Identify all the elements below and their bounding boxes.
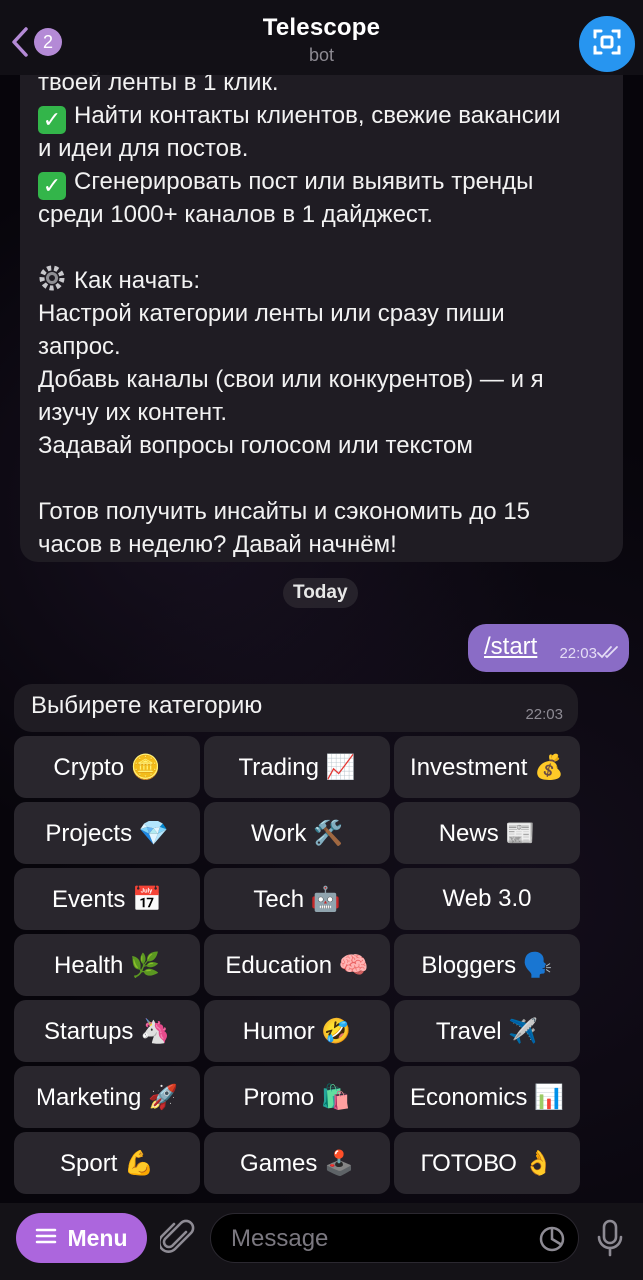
message-line: и идеи для постов.	[38, 135, 249, 162]
message-gap	[38, 462, 605, 495]
menu-label: Menu	[67, 1224, 128, 1251]
category-button-travel[interactable]: Travel ✈️	[394, 1000, 580, 1062]
category-button-tech[interactable]: Tech 🤖	[204, 868, 390, 930]
bot-message-bubble: твоей ленты в 1 клик. ✓ Найти контакты кл…	[20, 40, 623, 562]
category-button-marketing[interactable]: Marketing 🚀	[14, 1066, 200, 1128]
category-button-health[interactable]: Health 🌿	[14, 934, 200, 996]
paperclip-icon[interactable]	[158, 1218, 196, 1263]
message-composer: Menu	[0, 1203, 643, 1280]
bot-message-text: твоей ленты в 1 клик. ✓ Найти контакты кл…	[38, 66, 605, 561]
incoming-message-text: Выбирете категорию	[31, 692, 263, 719]
check-icon: ✓	[38, 172, 66, 200]
bot-avatar[interactable]	[579, 16, 635, 72]
category-button-projects[interactable]: Projects 💎	[14, 802, 200, 864]
category-button-crypto[interactable]: Crypto 🪙	[14, 736, 200, 798]
category-button-news[interactable]: News 📰	[394, 802, 580, 864]
outgoing-message-bubble: /start 22:03	[468, 624, 629, 672]
bot-menu-button[interactable]: Menu	[16, 1213, 147, 1263]
message-time: 22:03	[525, 706, 563, 723]
start-command-link[interactable]: /start	[484, 633, 537, 661]
microphone-icon[interactable]	[596, 1219, 624, 1262]
menu-icon	[35, 1227, 57, 1250]
scan-icon	[592, 27, 622, 62]
message-time: 22:03	[559, 645, 597, 662]
message-line: ✓ Найти контакты клиентов, свежие ваканси…	[38, 99, 605, 134]
message-line: ✓ Сгенерировать пост или выявить тренды	[38, 165, 605, 200]
chat-header: 2 Telescope bot	[0, 0, 643, 75]
category-button-education[interactable]: Education 🧠	[204, 934, 390, 996]
message-line: среди 1000+ каналов в 1 дайджест.	[38, 201, 433, 228]
category-button-events[interactable]: Events 📅	[14, 868, 200, 930]
message-line: Готов получить инсайты и сэкономить до 1…	[38, 498, 531, 525]
category-keyboard: Crypto 🪙 Trading 📈 Investment 💰 Projects…	[14, 736, 580, 1194]
category-button-humor[interactable]: Humor 🤣	[204, 1000, 390, 1062]
message-line: запрос.	[38, 333, 121, 360]
category-button-bloggers[interactable]: Bloggers 🗣️	[394, 934, 580, 996]
message-gap	[38, 231, 605, 264]
double-check-icon	[597, 645, 619, 664]
category-button-startups[interactable]: Startups 🦄	[14, 1000, 200, 1062]
sticker-icon[interactable]	[538, 1225, 566, 1258]
incoming-message-bubble: Выбирете категорию 22:03	[14, 684, 578, 732]
message-line: Как начать:	[38, 264, 605, 297]
message-input-field[interactable]	[210, 1213, 579, 1264]
category-button-games[interactable]: Games 🕹️	[204, 1132, 390, 1194]
chat-title: Telescope	[262, 14, 381, 41]
message-input[interactable]	[229, 1214, 523, 1264]
category-button-done[interactable]: ГОТОВО 👌	[394, 1132, 580, 1194]
message-line: Добавь каналы (свои или конкурентов) — и…	[38, 366, 544, 393]
message-line: изучу их контент.	[38, 399, 228, 426]
gear-icon	[38, 264, 66, 301]
chat-subtitle: bot	[308, 45, 335, 65]
category-button-sport[interactable]: Sport 💪	[14, 1132, 200, 1194]
category-button-economics[interactable]: Economics 📊	[394, 1066, 580, 1128]
message-line: Настрой категории ленты или сразу пиши	[38, 300, 505, 327]
chat-title-area[interactable]: Telescope bot	[0, 14, 643, 66]
date-chip: Today	[283, 578, 358, 608]
message-line: Задавай вопросы голосом или текстом	[38, 432, 473, 459]
category-button-web3[interactable]: Web 3.0	[394, 868, 580, 930]
message-line: часов в неделю? Давай начнём!	[38, 531, 397, 558]
check-icon: ✓	[38, 106, 66, 134]
category-button-promo[interactable]: Promo 🛍️	[204, 1066, 390, 1128]
category-button-trading[interactable]: Trading 📈	[204, 736, 390, 798]
category-button-work[interactable]: Work 🛠️	[204, 802, 390, 864]
category-button-investment[interactable]: Investment 💰	[394, 736, 580, 798]
